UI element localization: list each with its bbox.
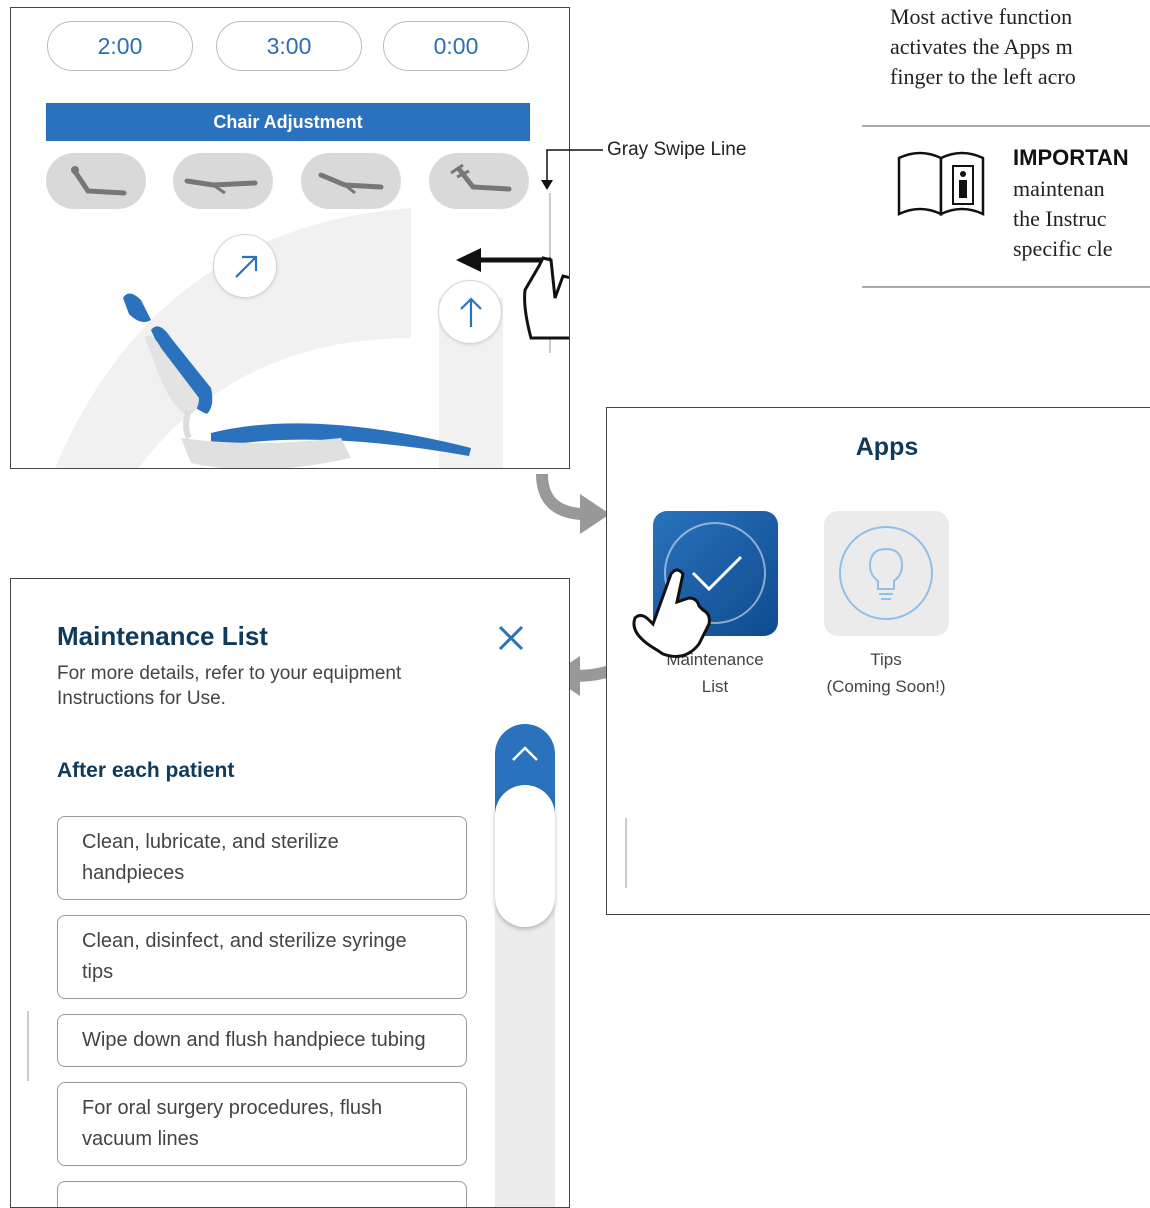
apps-scroll-line (625, 818, 627, 888)
book-info-icon (897, 151, 985, 216)
doc-line-1: Most active function (890, 4, 1073, 29)
important-line-1: maintenan (1013, 176, 1105, 201)
lightbulb-icon (839, 526, 933, 620)
tips-app[interactable] (824, 511, 949, 636)
maintenance-title: Maintenance List (57, 621, 268, 651)
divider-top (862, 125, 1150, 127)
hand-pointer-icon (523, 256, 569, 340)
task-item[interactable]: Clean, disinfect, and sterilize syringe … (57, 915, 467, 999)
tips-label: Tips (Coming Soon!) (806, 646, 966, 700)
maintenance-list-panel: Maintenance List For more details, refer… (10, 578, 570, 1208)
maintenance-subtitle: For more details, refer to your equipmen… (57, 663, 402, 709)
apps-title: Apps (855, 433, 919, 461)
scrollbar-thumb[interactable] (495, 785, 555, 927)
important-line-2: the Instruc (1013, 206, 1107, 231)
app-label-line: (Coming Soon!) (826, 677, 946, 696)
callout-label: Gray Swipe Line (607, 139, 747, 160)
task-item[interactable]: For oral surgery procedures, flush vacuu… (57, 1082, 467, 1166)
callout-leader-line (541, 149, 603, 190)
task-item[interactable]: Wipe down and flush handpiece tubing (57, 1014, 467, 1067)
doc-line-3: finger to the left acro (890, 64, 1076, 89)
app-label-line: Tips (870, 650, 902, 669)
hand-tap-icon (632, 568, 711, 658)
divider-bottom (862, 286, 1150, 288)
close-icon[interactable] (496, 623, 526, 653)
important-heading: IMPORTAN (1013, 145, 1129, 170)
apps-panel: Apps Maintenance List Tips (Coming Soon!… (606, 407, 1150, 915)
chair-control-panel: 2:00 3:00 0:00 Chair Adjustment (10, 7, 570, 469)
section-heading: After each patient (57, 759, 235, 782)
chevron-up-icon (512, 746, 538, 761)
maintenance-swipe-line (27, 1011, 29, 1081)
doc-line-2: activates the Apps m (890, 34, 1073, 59)
task-item-partial[interactable] (57, 1181, 467, 1207)
important-line-3: specific cle (1013, 236, 1113, 261)
task-item[interactable]: Clean, lubricate, and sterilize handpiec… (57, 816, 467, 900)
